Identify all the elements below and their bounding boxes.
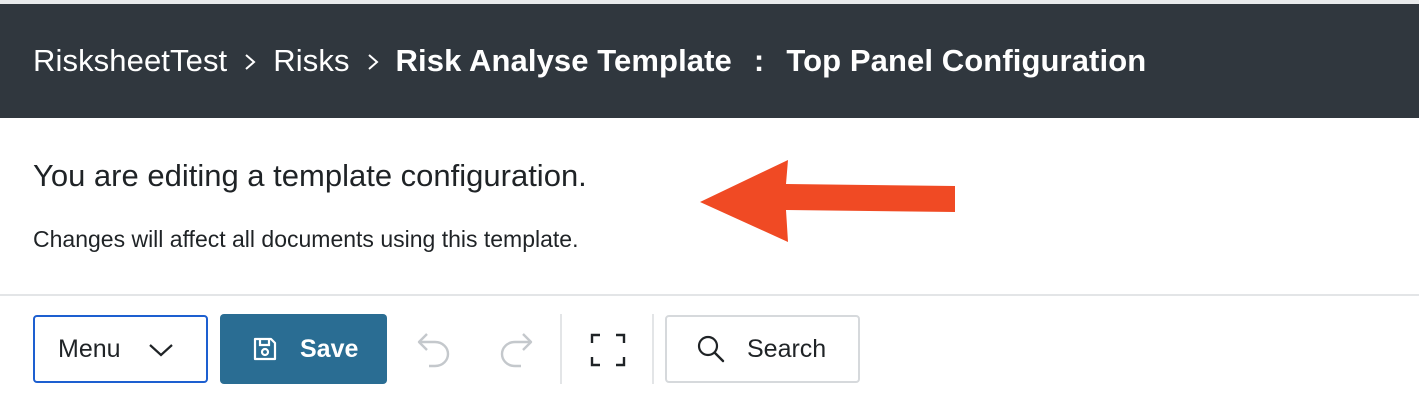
menu-button[interactable]: Menu xyxy=(33,315,208,383)
search-icon xyxy=(697,335,725,363)
search-button[interactable]: Search xyxy=(665,315,860,383)
search-label: Search xyxy=(747,334,827,363)
chevron-down-icon xyxy=(149,344,173,357)
breadcrumb-space[interactable]: Risks xyxy=(273,43,349,79)
undo-icon[interactable] xyxy=(415,330,453,370)
floppy-disk-icon xyxy=(253,337,277,361)
chevron-right-icon xyxy=(237,46,263,76)
notice-title: You are editing a template configuration… xyxy=(33,158,587,193)
red-arrow-annotation xyxy=(700,160,955,242)
breadcrumb-project[interactable]: RisksheetTest xyxy=(33,43,227,79)
notice-subtitle: Changes will affect all documents using … xyxy=(33,226,579,252)
title-separator: : xyxy=(753,43,765,78)
toolbar-separator xyxy=(652,314,654,384)
chevron-right-icon xyxy=(360,46,386,76)
redo-icon[interactable] xyxy=(497,330,535,370)
breadcrumb-document[interactable]: Risk Analyse Template xyxy=(396,43,732,79)
page-title: Top Panel Configuration xyxy=(786,43,1147,78)
toolbar-separator xyxy=(560,314,562,384)
menu-label: Menu xyxy=(58,334,121,363)
save-label: Save xyxy=(300,334,359,363)
toolbar: Menu Save Search xyxy=(0,296,1419,400)
header-bar: RisksheetTest Risks Risk Analyse Templat… xyxy=(0,4,1419,118)
save-button[interactable]: Save xyxy=(220,314,387,384)
fullscreen-icon[interactable] xyxy=(590,332,626,368)
